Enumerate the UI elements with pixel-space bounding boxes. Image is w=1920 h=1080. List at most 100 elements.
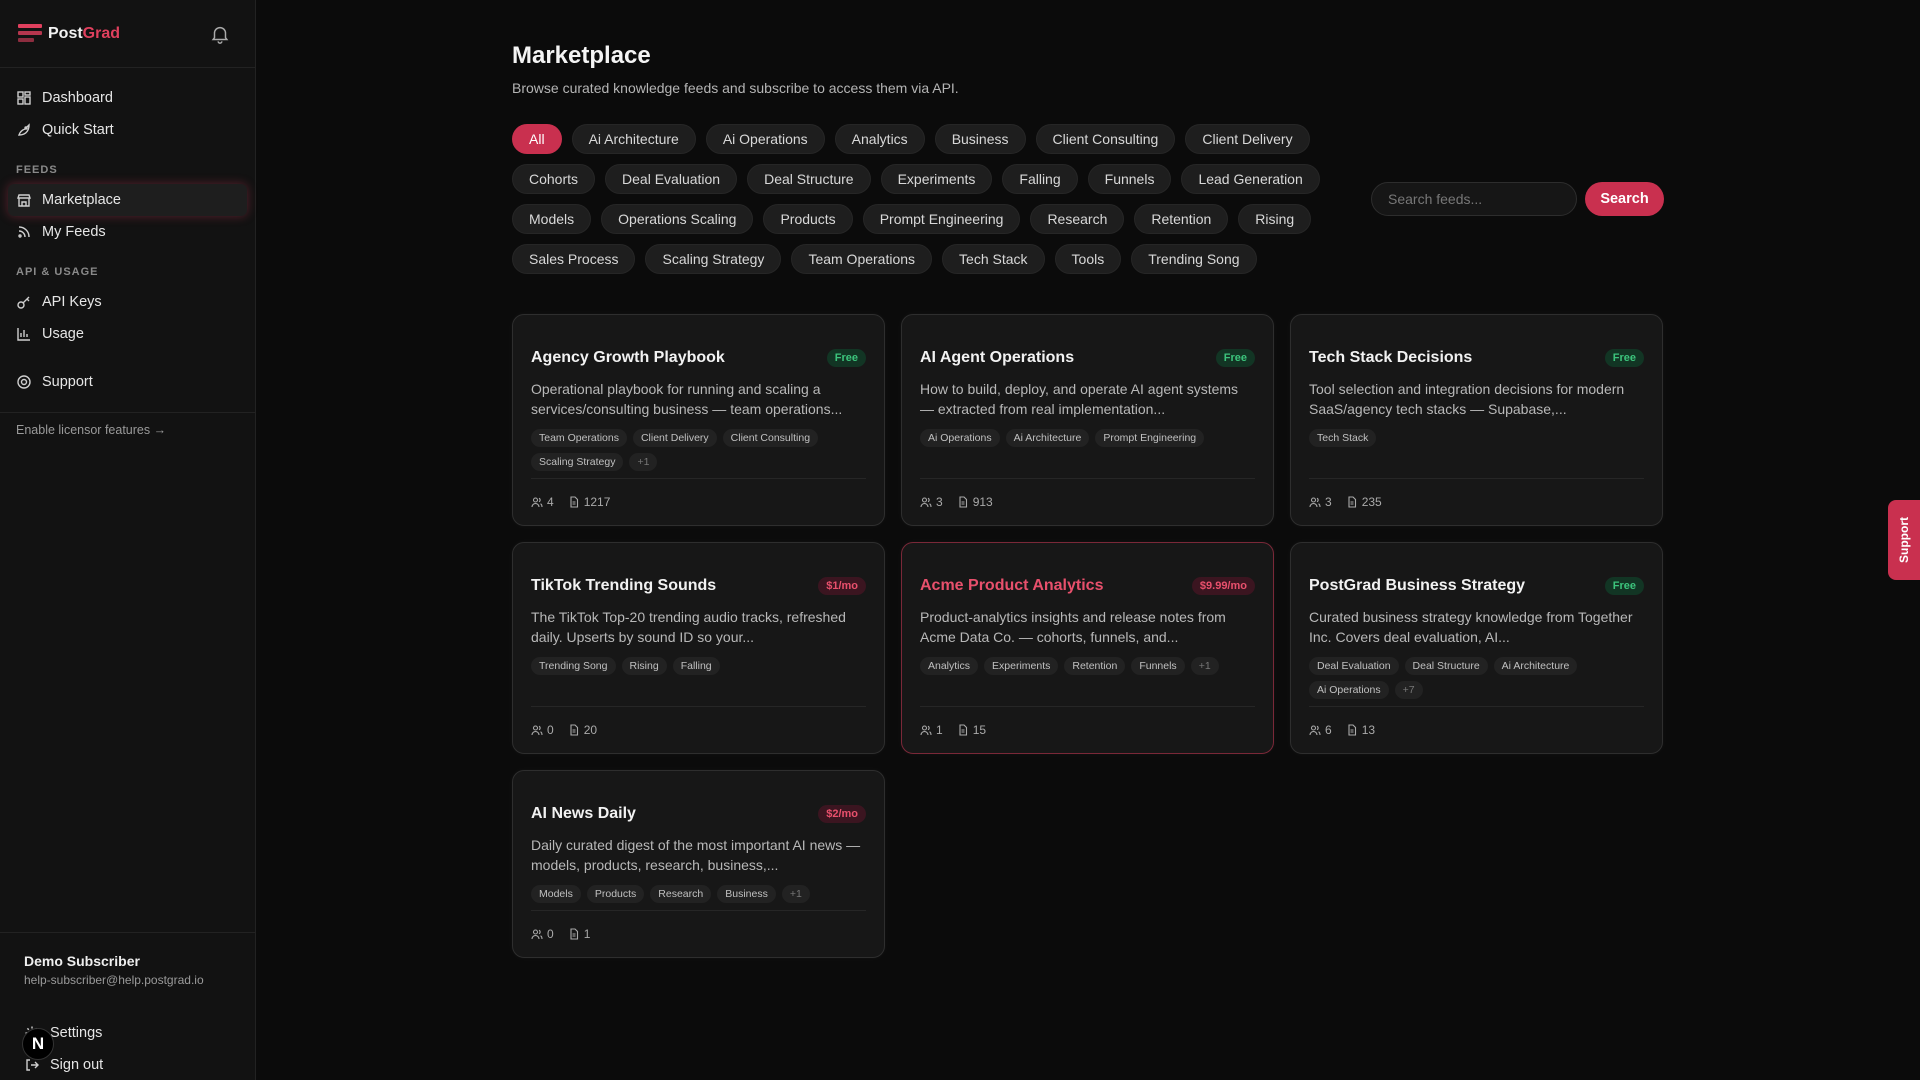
- filter-chip[interactable]: Cohorts: [512, 164, 596, 194]
- card-stats: 0 1: [531, 910, 866, 941]
- filter-chip[interactable]: Tools: [1054, 244, 1122, 274]
- sidebar-item-support[interactable]: Support: [8, 366, 247, 398]
- filter-chip[interactable]: Retention: [1134, 204, 1229, 234]
- feed-tag[interactable]: Funnels: [1131, 657, 1185, 675]
- more-tags-badge[interactable]: +1: [1190, 657, 1219, 675]
- feed-tag[interactable]: Business: [717, 885, 776, 903]
- filters-row: All Ai Architecture Ai Operations Analytics…: [512, 124, 1664, 274]
- avatar[interactable]: N: [22, 1028, 54, 1060]
- filter-chip[interactable]: Falling: [1002, 164, 1078, 194]
- filter-chip[interactable]: Scaling Strategy: [645, 244, 782, 274]
- sidebar-item-dashboard[interactable]: Dashboard: [8, 82, 247, 114]
- filter-chip[interactable]: Experiments: [880, 164, 993, 194]
- filter-chip[interactable]: Models: [512, 204, 592, 234]
- filter-chip[interactable]: Ai Architecture: [571, 124, 696, 154]
- filter-chip[interactable]: Business: [934, 124, 1026, 154]
- users-icon: [920, 497, 932, 508]
- feed-card[interactable]: Agency Growth Playbook Free Operational …: [512, 314, 885, 526]
- feed-tag[interactable]: Tech Stack: [1309, 429, 1377, 447]
- feed-tag[interactable]: Ai Operations: [920, 429, 1000, 447]
- users-icon: [531, 497, 543, 508]
- card-header: Tech Stack Decisions Free: [1309, 349, 1644, 367]
- filter-chip[interactable]: Prompt Engineering: [862, 204, 1021, 234]
- feed-card[interactable]: Tech Stack Decisions Free Tool selection…: [1290, 314, 1663, 526]
- filter-chip[interactable]: Deal Evaluation: [605, 164, 738, 194]
- users-icon: [920, 725, 932, 736]
- filter-chip[interactable]: Client Delivery: [1185, 124, 1310, 154]
- feed-card[interactable]: AI News Daily $2/mo Daily curated digest…: [512, 770, 885, 958]
- filter-chip[interactable]: Operations Scaling: [601, 204, 754, 234]
- card-title: Agency Growth Playbook: [531, 349, 725, 366]
- search-button[interactable]: Search: [1585, 182, 1664, 216]
- filter-chip[interactable]: Funnels: [1087, 164, 1172, 194]
- sidebar-item-quick-start[interactable]: Quick Start: [8, 114, 247, 146]
- filter-chip[interactable]: Sales Process: [512, 244, 636, 274]
- feed-card[interactable]: AI Agent Operations Free How to build, d…: [901, 314, 1274, 526]
- feed-tag[interactable]: Research: [650, 885, 712, 903]
- filter-chip[interactable]: Client Consulting: [1035, 124, 1176, 154]
- sidebar-item-usage[interactable]: Usage: [8, 318, 247, 350]
- feed-tag[interactable]: Team Operations: [531, 429, 627, 447]
- sidebar-item-label: Marketplace: [42, 192, 121, 208]
- document-count-value: 20: [583, 723, 598, 737]
- feed-tag[interactable]: Falling: [672, 657, 720, 675]
- sidebar-item-api-keys[interactable]: API Keys: [8, 286, 247, 318]
- filter-chip[interactable]: Deal Structure: [747, 164, 871, 194]
- card-tags: Tech Stack: [1309, 429, 1644, 447]
- page-subtitle: Browse curated knowledge feeds and subsc…: [512, 80, 959, 96]
- document-icon: [1348, 724, 1356, 736]
- feed-card[interactable]: Acme Product Analytics $9.99/mo Product-…: [901, 542, 1274, 754]
- card-stats: 4 1217: [531, 478, 866, 509]
- filter-chip[interactable]: Analytics: [834, 124, 925, 154]
- document-count-value: 1: [583, 927, 591, 941]
- feed-tag[interactable]: Client Consulting: [722, 429, 819, 447]
- feed-tag[interactable]: Deal Structure: [1404, 657, 1488, 675]
- sidebar-item-label: Usage: [42, 326, 84, 342]
- rss-icon: [18, 226, 30, 238]
- filter-chip[interactable]: Rising: [1238, 204, 1312, 234]
- sidebar-header: Post Grad: [0, 0, 255, 68]
- enable-licensor-link[interactable]: Enable licensor features →: [0, 413, 255, 447]
- feed-tag[interactable]: Models: [531, 885, 581, 903]
- filter-chip[interactable]: Team Operations: [791, 244, 933, 274]
- feed-card[interactable]: PostGrad Business Strategy Free Curated …: [1290, 542, 1663, 754]
- logo[interactable]: Post Grad: [18, 23, 120, 44]
- filter-chip[interactable]: All: [512, 124, 562, 154]
- feed-tag[interactable]: Rising: [621, 657, 667, 675]
- feed-tag[interactable]: Ai Architecture: [1005, 429, 1090, 447]
- search-input[interactable]: [1371, 182, 1577, 216]
- search-bar: Search: [1371, 182, 1664, 216]
- more-tags-badge[interactable]: +7: [1394, 681, 1423, 699]
- more-tags-badge[interactable]: +1: [629, 453, 658, 471]
- sidebar-item-label: API Keys: [42, 294, 102, 310]
- filter-chip[interactable]: Trending Song: [1131, 244, 1257, 274]
- feed-card[interactable]: TikTok Trending Sounds $1/mo The TikTok …: [512, 542, 885, 754]
- more-tags-badge[interactable]: +1: [781, 885, 810, 903]
- filter-chip[interactable]: Lead Generation: [1181, 164, 1320, 194]
- filter-chip[interactable]: Tech Stack: [942, 244, 1045, 274]
- feed-tag[interactable]: Retention: [1064, 657, 1126, 675]
- document-count: 13: [1346, 723, 1375, 737]
- card-stats: 3 235: [1309, 478, 1644, 509]
- feed-tag[interactable]: Scaling Strategy: [531, 453, 624, 471]
- feed-tag[interactable]: Experiments: [984, 657, 1059, 675]
- document-icon: [570, 928, 578, 940]
- feed-tag[interactable]: Prompt Engineering: [1095, 429, 1205, 447]
- feed-tag[interactable]: Products: [586, 885, 645, 903]
- filter-chip[interactable]: Ai Operations: [705, 124, 825, 154]
- filter-chip[interactable]: Research: [1030, 204, 1125, 234]
- card-stats: 6 13: [1309, 706, 1644, 737]
- subscriber-count: 1: [920, 723, 943, 737]
- feed-tag[interactable]: Deal Evaluation: [1309, 657, 1399, 675]
- feed-tag[interactable]: Client Delivery: [632, 429, 717, 447]
- feed-tag[interactable]: Trending Song: [531, 657, 616, 675]
- sidebar-item-marketplace[interactable]: Marketplace: [8, 184, 247, 216]
- card-header: TikTok Trending Sounds $1/mo: [531, 577, 866, 595]
- feed-tag[interactable]: Ai Architecture: [1493, 657, 1578, 675]
- sidebar-item-my-feeds[interactable]: My Feeds: [8, 216, 247, 248]
- feed-tag[interactable]: Ai Operations: [1309, 681, 1389, 699]
- filter-chip[interactable]: Products: [763, 204, 853, 234]
- feed-tag[interactable]: Analytics: [920, 657, 979, 675]
- support-tab[interactable]: Support: [1888, 500, 1920, 580]
- bell-icon[interactable]: [209, 23, 231, 45]
